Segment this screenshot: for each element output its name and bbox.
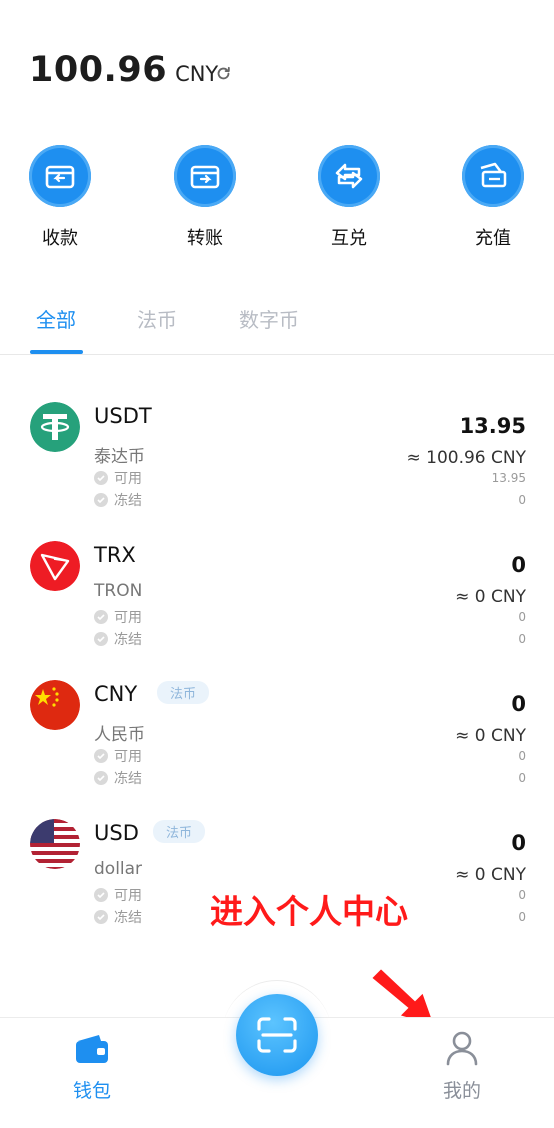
available-label: 可用	[114, 749, 142, 765]
check-icon	[94, 610, 108, 624]
frozen-row: 冻结	[94, 490, 142, 510]
person-icon	[446, 1031, 478, 1066]
nav-wallet-label: 钱包	[72, 1080, 111, 1102]
asset-balance: 0	[511, 831, 526, 855]
recharge-button[interactable]: 充值	[453, 145, 533, 250]
frozen-amount: 0	[518, 910, 526, 924]
available-row: 可用	[94, 607, 142, 627]
frozen-label: 冻结	[114, 632, 142, 648]
asset-name: 人民币	[94, 725, 145, 745]
available-label: 可用	[114, 471, 142, 487]
frozen-amount: 0	[518, 632, 526, 646]
asset-cny-value: ≈ 0 CNY	[455, 726, 526, 746]
asset-name: 泰达币	[94, 447, 145, 467]
frozen-row: 冻结	[94, 629, 142, 649]
check-icon	[94, 910, 108, 924]
scan-icon	[257, 1017, 297, 1053]
nav-profile-label: 我的	[442, 1080, 481, 1102]
tab-fiat[interactable]: 法币	[137, 304, 177, 333]
asset-name: dollar	[94, 859, 143, 879]
asset-symbol: USD	[94, 821, 139, 845]
nav-profile[interactable]: 我的	[432, 1030, 492, 1103]
available-amount: 0	[518, 888, 526, 902]
scan-button[interactable]	[236, 994, 318, 1076]
check-icon	[94, 749, 108, 763]
available-label: 可用	[114, 610, 142, 626]
recharge-icon	[462, 145, 524, 207]
balance-amount: 100.96	[29, 50, 168, 90]
asset-balance: 0	[511, 553, 526, 577]
exchange-icon	[318, 145, 380, 207]
available-label: 可用	[114, 888, 142, 904]
frozen-label: 冻结	[114, 771, 142, 787]
asset-tabs: 全部 法币 数字币	[0, 296, 554, 355]
receive-icon	[29, 145, 91, 207]
balance-unit: CNY	[175, 62, 219, 86]
china-flag-icon	[30, 680, 80, 730]
asset-symbol: USDT	[94, 404, 152, 428]
wallet-icon	[76, 1035, 108, 1063]
available-row: 可用	[94, 468, 142, 488]
usdt-logo-icon	[30, 402, 80, 452]
fiat-badge: 法币	[157, 681, 210, 704]
receive-label: 收款	[42, 228, 78, 249]
us-flag-icon	[30, 819, 80, 869]
available-amount: 0	[518, 749, 526, 763]
asset-balance: 0	[511, 692, 526, 716]
frozen-amount: 0	[518, 493, 526, 507]
exchange-button[interactable]: 互兑	[309, 145, 389, 250]
asset-balance: 13.95	[459, 414, 526, 438]
active-tab-indicator	[30, 350, 83, 354]
fiat-badge: 法币	[153, 820, 206, 843]
frozen-label: 冻结	[114, 910, 142, 926]
available-row: 可用	[94, 746, 142, 766]
action-bar: 收款 转账 互兑 充值	[0, 145, 554, 255]
recharge-label: 充值	[475, 228, 511, 249]
transfer-label: 转账	[187, 228, 223, 249]
available-amount: 13.95	[491, 471, 526, 485]
frozen-row: 冻结	[94, 768, 142, 788]
asset-row-usdt[interactable]: USDT 泰达币 可用 冻结 13.95 ≈ 100.96 CNY 13.95 …	[0, 402, 554, 532]
annotation-text: 进入个人中心	[210, 892, 408, 931]
check-icon	[94, 632, 108, 646]
available-row: 可用	[94, 885, 142, 905]
transfer-icon	[174, 145, 236, 207]
asset-row-trx[interactable]: TRX TRON 可用 冻结 0 ≈ 0 CNY 0 0	[0, 541, 554, 671]
exchange-label: 互兑	[331, 228, 367, 249]
check-icon	[94, 771, 108, 785]
frozen-label: 冻结	[114, 493, 142, 509]
check-icon	[94, 493, 108, 507]
receive-button[interactable]: 收款	[20, 145, 100, 250]
nav-wallet[interactable]: 钱包	[62, 1032, 122, 1103]
check-icon	[94, 888, 108, 902]
tab-all[interactable]: 全部	[36, 304, 76, 333]
transfer-button[interactable]: 转账	[165, 145, 245, 250]
asset-row-cny[interactable]: CNY 法币 人民币 可用 冻结 0 ≈ 0 CNY 0 0	[0, 680, 554, 810]
trx-logo-icon	[30, 541, 80, 591]
asset-symbol: CNY	[94, 682, 138, 706]
asset-cny-value: ≈ 0 CNY	[455, 865, 526, 885]
asset-name: TRON	[94, 581, 143, 601]
asset-cny-value: ≈ 0 CNY	[455, 587, 526, 607]
tab-crypto[interactable]: 数字币	[239, 304, 299, 333]
check-icon	[94, 471, 108, 485]
frozen-row: 冻结	[94, 907, 142, 927]
frozen-amount: 0	[518, 771, 526, 785]
available-amount: 0	[518, 610, 526, 624]
refresh-icon[interactable]	[215, 65, 232, 82]
asset-cny-value: ≈ 100.96 CNY	[406, 448, 526, 468]
total-balance: 100.96 CNY	[29, 50, 218, 90]
asset-symbol: TRX	[94, 543, 136, 567]
